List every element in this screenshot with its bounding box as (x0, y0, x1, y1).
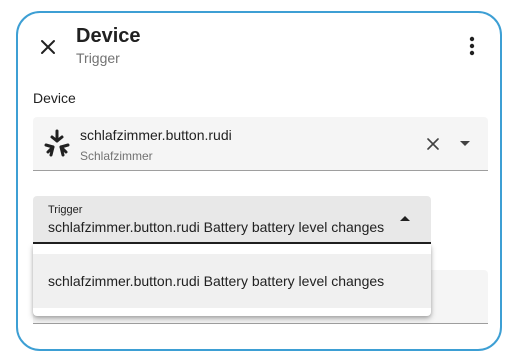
device-picker[interactable]: schlafzimmer.button.rudi Schlafzimmer (33, 117, 488, 171)
trigger-label: Trigger (48, 204, 83, 216)
dialog-title: Device (76, 25, 141, 47)
close-icon (427, 138, 439, 150)
device-dropdown-toggle[interactable] (455, 134, 475, 154)
trigger-option-label: schlafzimmer.button.rudi Battery battery… (48, 273, 385, 289)
more-vertical-icon (469, 36, 475, 56)
arrow-up-icon (400, 216, 410, 221)
chevron-down-icon (460, 141, 470, 146)
trigger-select[interactable]: Trigger schlafzimmer.button.rudi Battery… (33, 196, 431, 244)
trigger-collapse-toggle[interactable] (397, 212, 413, 224)
device-name: schlafzimmer.button.rudi (80, 127, 232, 143)
trigger-value: schlafzimmer.button.rudi Battery battery… (48, 219, 385, 235)
device-section-label: Device (33, 90, 76, 106)
close-button[interactable] (36, 35, 60, 59)
trigger-options-menu: schlafzimmer.button.rudi Battery battery… (33, 244, 431, 316)
trigger-option[interactable]: schlafzimmer.button.rudi Battery battery… (33, 254, 431, 308)
device-brand-icon (44, 129, 70, 157)
dialog-subtitle: Trigger (76, 50, 120, 66)
close-icon (41, 40, 55, 54)
more-options-button[interactable] (460, 34, 484, 58)
clear-device-button[interactable] (423, 134, 443, 154)
device-area: Schlafzimmer (80, 149, 153, 163)
